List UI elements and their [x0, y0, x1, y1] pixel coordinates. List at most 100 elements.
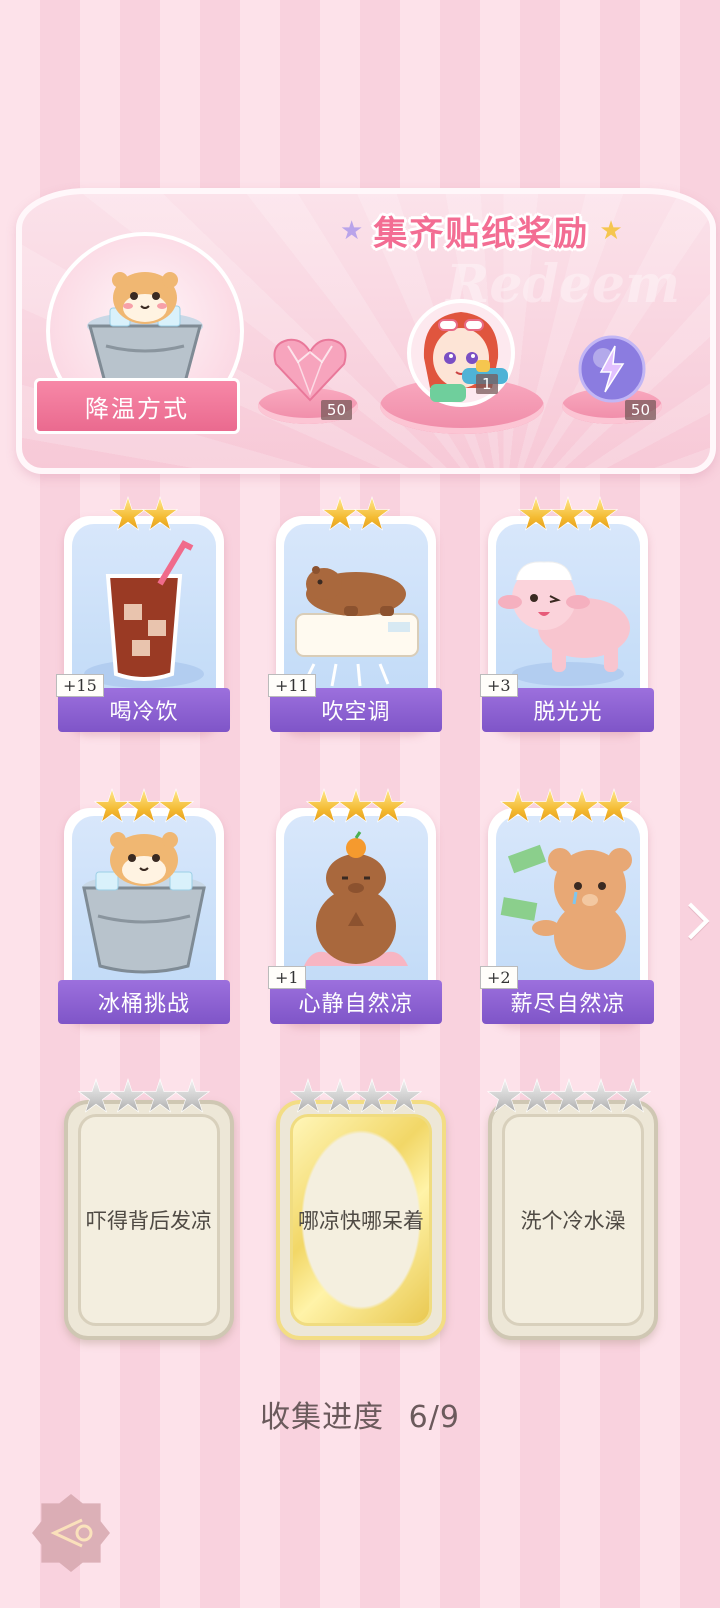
card-image-area: [72, 816, 216, 988]
star-rating: [64, 496, 224, 534]
gold-star-icon: [159, 790, 193, 821]
locked-card-frame: 哪凉快哪呆着: [276, 1100, 446, 1340]
silver-star-icon: [79, 1080, 113, 1111]
progress-value: 6/9: [408, 1400, 460, 1435]
cooling-method-label: 降温方式: [34, 378, 240, 434]
hamster-ice-bucket-icon: [82, 832, 206, 974]
card-count: +11: [268, 674, 316, 697]
gold-star-icon: [95, 790, 129, 821]
next-page-arrow-icon[interactable]: [672, 902, 710, 940]
progress-label: 收集进度: [260, 1400, 385, 1435]
star-rating: [276, 1078, 436, 1116]
card-image-area: [72, 524, 216, 696]
pink-heart-gem-icon: [273, 338, 347, 402]
silver-star-icon: [488, 1080, 522, 1111]
card-image-area: [284, 816, 428, 988]
sticker-card-ice-bucket[interactable]: 冰桶挑战: [58, 788, 230, 1028]
silver-star-icon: [323, 1080, 357, 1111]
purple-star-icon: ★: [340, 215, 364, 246]
card-frame: +3 脱光光: [480, 516, 654, 732]
yellow-star-icon: ★: [599, 215, 623, 246]
reward-count: 50: [624, 400, 656, 420]
card-image-area: [496, 524, 640, 696]
reward-count: 1: [476, 374, 498, 394]
silver-star-icon: [616, 1080, 650, 1111]
card-count: +1: [268, 966, 306, 989]
locked-card-1[interactable]: 吓得背后发凉: [64, 1078, 234, 1340]
iced-drink-icon: [84, 540, 204, 688]
gold-star-icon: [355, 498, 389, 529]
silver-star-icon: [387, 1080, 421, 1111]
silver-star-icon: [291, 1080, 325, 1111]
star-rating: [64, 788, 224, 826]
locked-card-inner: 吓得背后发凉: [78, 1114, 220, 1326]
card-frame: +2 薪尽自然凉: [480, 808, 654, 1024]
reward-count: 50: [320, 400, 352, 420]
locked-card-label: 吓得背后发凉: [86, 1209, 212, 1233]
sticker-card-broke[interactable]: +2 薪尽自然凉: [480, 788, 654, 1028]
gold-star-icon: [339, 790, 373, 821]
sticker-card-air-conditioner[interactable]: +11 吹空调: [268, 496, 442, 736]
locked-card-inner: 哪凉快哪呆着: [290, 1114, 432, 1326]
gold-star-icon: [307, 790, 341, 821]
star-rating: [486, 788, 646, 826]
card-count: +15: [56, 674, 104, 697]
star-rating: [488, 496, 648, 534]
gold-star-icon: [533, 790, 567, 821]
gold-star-icon: [583, 498, 617, 529]
star-rating: [64, 1078, 224, 1116]
locked-card-frame: 洗个冷水澡: [488, 1100, 658, 1340]
star-rating: [484, 1078, 654, 1116]
locked-card-2[interactable]: 哪凉快哪呆着: [276, 1078, 446, 1340]
gold-star-icon: [143, 498, 177, 529]
star-rating: [276, 788, 436, 826]
card-frame: +1 心静自然凉: [268, 808, 442, 1024]
silver-star-icon: [584, 1080, 618, 1111]
gold-star-icon: [127, 790, 161, 821]
silver-star-icon: [111, 1080, 145, 1111]
reward-character[interactable]: 1: [380, 298, 544, 434]
locked-card-3[interactable]: 洗个冷水澡: [486, 1078, 658, 1340]
card-image-area: [496, 816, 640, 988]
card-image-area: [284, 524, 428, 696]
capybara-meditating-icon: [304, 831, 408, 966]
gold-star-icon: [551, 498, 585, 529]
locked-card-frame: 吓得背后发凉: [64, 1100, 234, 1340]
sticker-card-undress[interactable]: +3 脱光光: [480, 496, 654, 736]
star-rating: [276, 496, 436, 534]
pink-sheep-icon: [498, 561, 630, 686]
capybara-air-conditioner-icon: [295, 566, 419, 687]
lightning-orb-icon: [578, 335, 646, 403]
silver-star-icon: [143, 1080, 177, 1111]
silver-star-icon: [355, 1080, 389, 1111]
back-arrow-icon: [50, 1518, 93, 1548]
locked-card-label: 哪凉快哪呆着: [298, 1209, 424, 1233]
gold-star-icon: [323, 498, 357, 529]
reward-heart-gem[interactable]: 50: [258, 334, 358, 424]
reward-title: 集齐贴纸奖励: [373, 214, 590, 254]
sticker-card-calm-mind[interactable]: +1 心静自然凉: [268, 788, 442, 1028]
card-frame: +15 喝冷饮: [56, 516, 230, 732]
reward-lightning-orb[interactable]: 50: [562, 334, 662, 424]
reward-title-group: ★ 集齐贴纸奖励 ★: [340, 206, 623, 255]
card-label: 冰桶挑战: [58, 980, 230, 1024]
back-button[interactable]: [32, 1494, 110, 1572]
silver-star-icon: [520, 1080, 554, 1111]
gold-star-icon: [565, 790, 599, 821]
sticker-card-cold-drink[interactable]: +15 喝冷饮: [56, 496, 230, 736]
gold-star-icon: [111, 498, 145, 529]
collection-progress: 收集进度 6/9: [0, 1392, 720, 1436]
locked-card-label: 洗个冷水澡: [520, 1209, 626, 1233]
card-frame: 冰桶挑战: [58, 808, 230, 1024]
gold-star-icon: [371, 790, 405, 821]
locked-card-inner: 洗个冷水澡: [502, 1114, 644, 1326]
card-frame: +11 吹空调: [268, 516, 442, 732]
gold-star-icon: [519, 498, 553, 529]
character-avatar-water-gun: [407, 299, 515, 407]
gold-star-icon: [597, 790, 631, 821]
silver-star-icon: [552, 1080, 586, 1111]
card-count: +3: [480, 674, 518, 697]
gold-star-icon: [501, 790, 535, 821]
silver-star-icon: [175, 1080, 209, 1111]
card-count: +2: [480, 966, 518, 989]
